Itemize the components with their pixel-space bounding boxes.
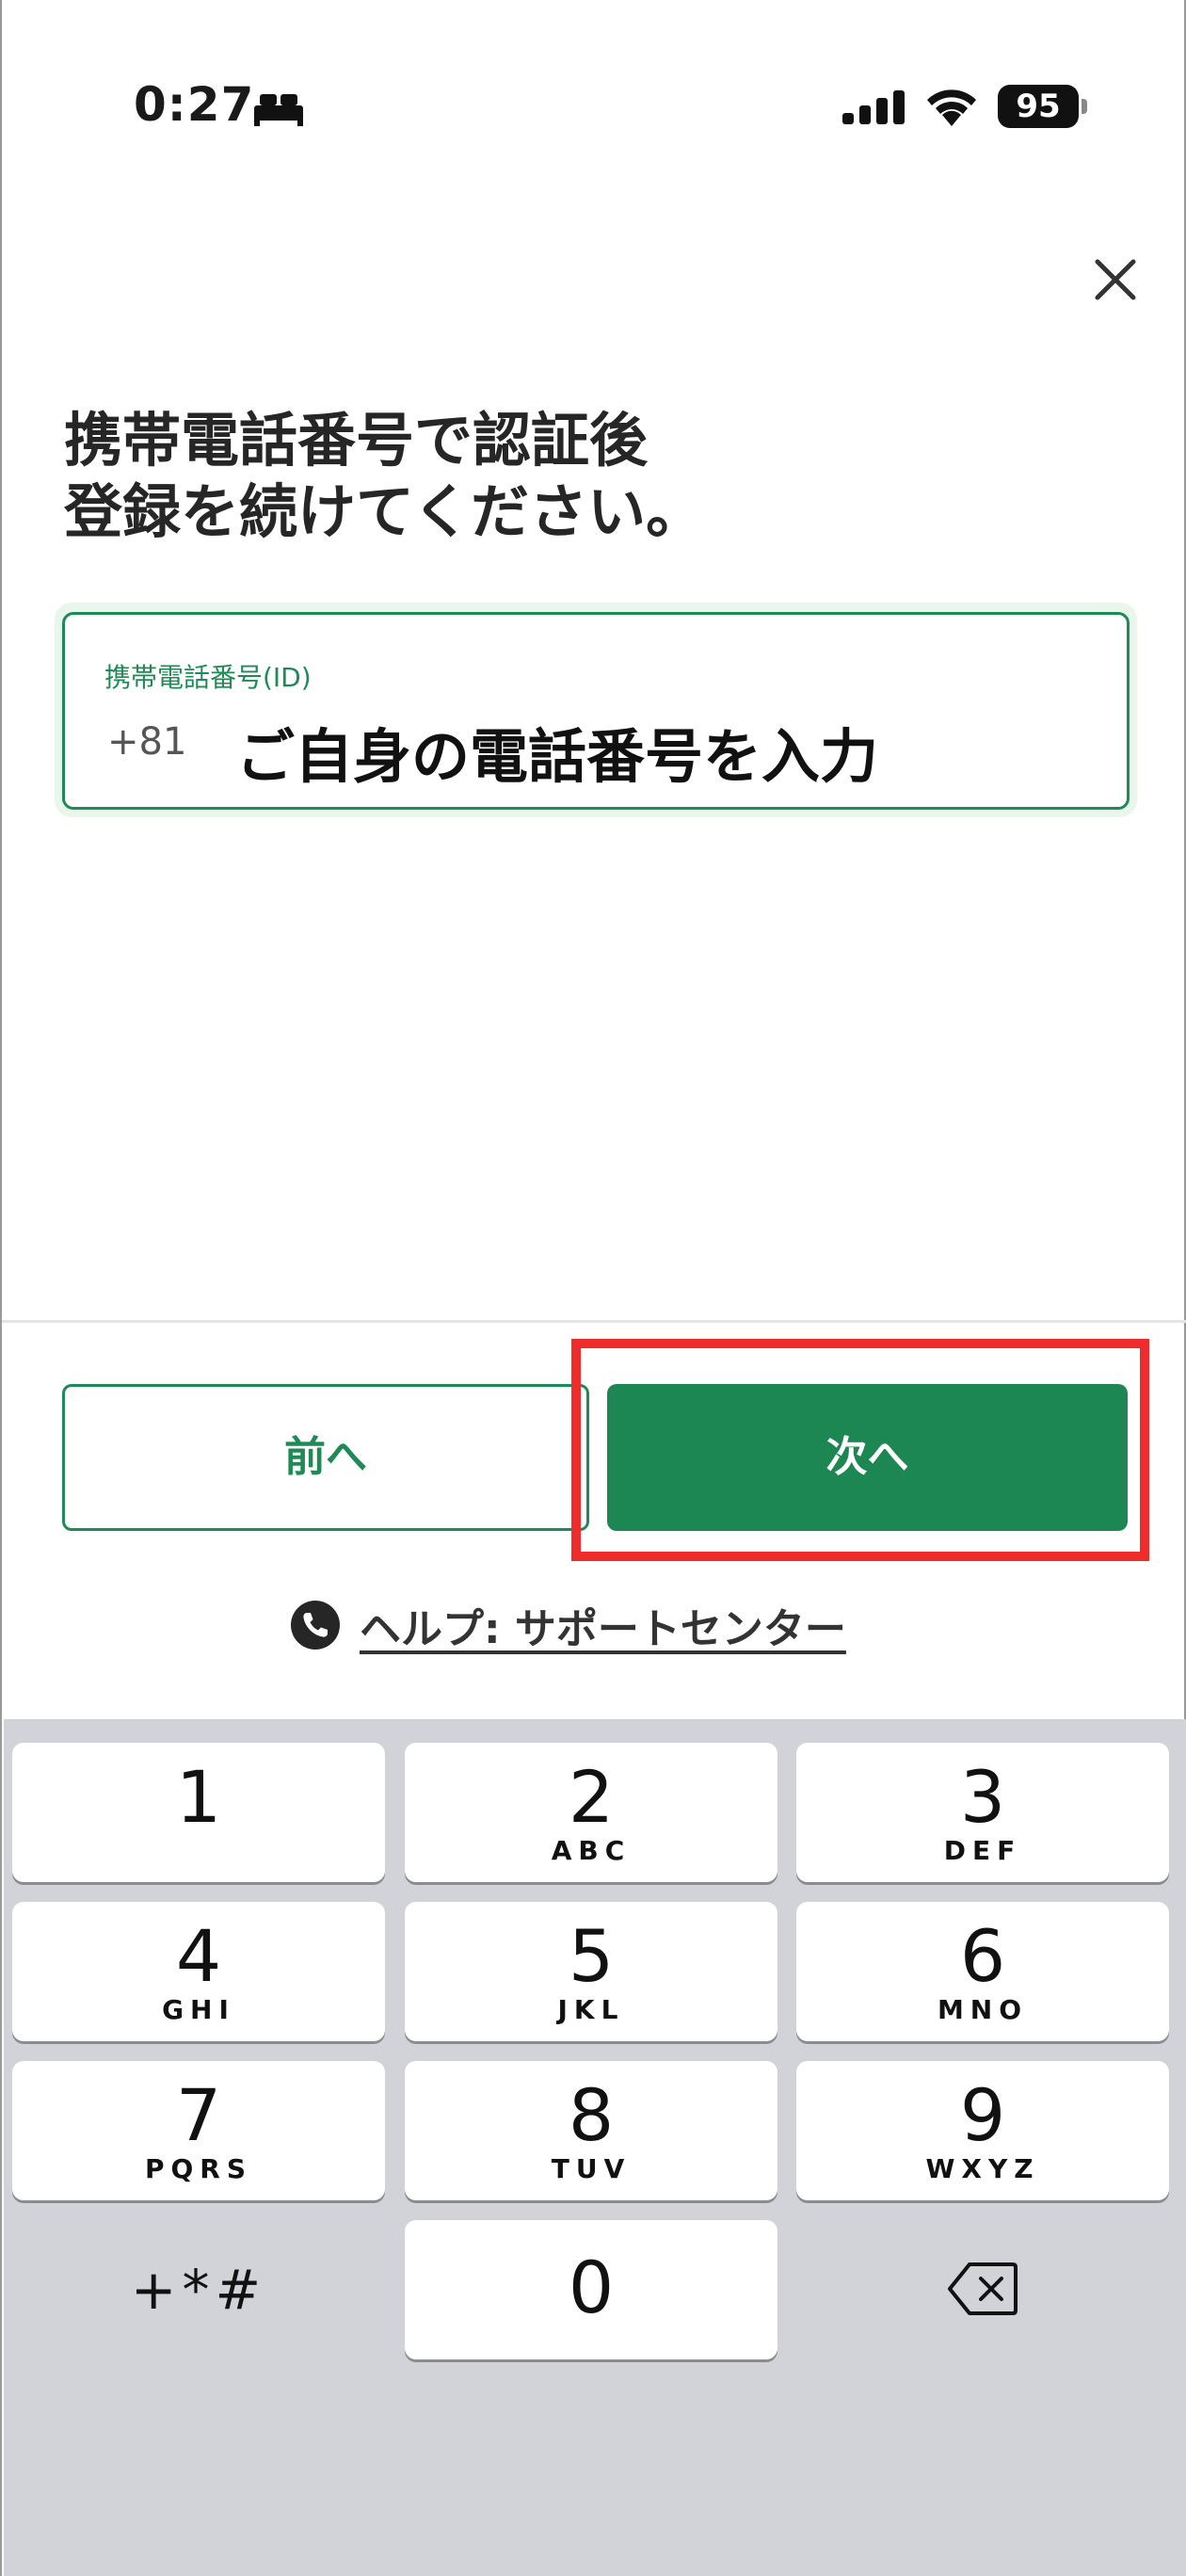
key-digit: 5	[568, 1914, 615, 1998]
key-letters: WXYZ	[925, 2153, 1040, 2184]
key-letters: MNO	[937, 1994, 1029, 2025]
status-time: 0:27	[134, 77, 255, 132]
key-2[interactable]: 2 ABC	[405, 1743, 777, 1882]
key-letters: GHI	[162, 1994, 235, 2025]
help-link-text: ヘルプ: サポートセンター	[360, 1605, 846, 1653]
country-code: +81	[107, 720, 187, 764]
key-3[interactable]: 3 DEF	[796, 1743, 1169, 1882]
key-digit: 2	[568, 1755, 615, 1839]
symbols-label: +*#	[130, 2258, 267, 2322]
key-9[interactable]: 9 WXYZ	[796, 2061, 1169, 2200]
key-digit: 4	[175, 1914, 222, 1998]
key-digit: 6	[959, 1914, 1006, 1998]
key-digit: 0	[568, 2246, 615, 2329]
delete-key[interactable]	[796, 2220, 1169, 2359]
key-symbols[interactable]: +*#	[12, 2220, 385, 2359]
battery-tip	[1082, 99, 1087, 114]
page-title-line-2: 登録を続けてください。	[64, 477, 705, 546]
help-support-link[interactable]: ヘルプ: サポートセンター	[290, 1597, 846, 1653]
key-digit: 7	[175, 2073, 222, 2157]
key-digit: 1	[175, 1755, 222, 1839]
phone-number-input[interactable]: 携帯電話番号(ID) +81 ご自身の電話番号を入力	[62, 612, 1130, 810]
key-0[interactable]: 0	[405, 2220, 777, 2359]
phone-registration-screen: 0:27 95 携帯電話番号で認証後 登録を続けてください。 携帯電話番号(ID…	[0, 0, 1186, 2576]
numeric-keypad: 1 2 ABC 3 DEF 4 GHI 5 JKL 6 MNO 7 PQRS 8	[4, 1719, 1186, 2576]
key-digit: 8	[568, 2073, 615, 2157]
battery-indicator: 95	[998, 85, 1088, 128]
phone-field-label: 携帯電話番号(ID)	[104, 662, 312, 693]
key-letters: PQRS	[144, 2153, 253, 2184]
status-bar: 0:27 95	[2, 0, 1186, 141]
phone-icon	[291, 1601, 340, 1650]
key-8[interactable]: 8 TUV	[405, 2061, 777, 2200]
divider	[2, 1320, 1186, 1323]
page-title-line-1: 携帯電話番号で認証後	[64, 406, 649, 475]
key-letters: DEF	[943, 1835, 1022, 1866]
key-digit: 3	[959, 1755, 1006, 1839]
page-title: 携帯電話番号で認証後 登録を続けてください。	[64, 405, 704, 548]
key-4[interactable]: 4 GHI	[12, 1902, 385, 2041]
key-6[interactable]: 6 MNO	[796, 1902, 1169, 2041]
key-letters: ABC	[551, 1835, 632, 1866]
close-icon[interactable]	[1084, 249, 1146, 311]
key-7[interactable]: 7 PQRS	[12, 2061, 385, 2200]
key-letters: JKL	[557, 1994, 625, 2025]
wifi-icon	[927, 89, 976, 126]
key-1[interactable]: 1	[12, 1743, 385, 1882]
bed-icon	[254, 94, 303, 126]
phone-field-placeholder: ご自身の電話番号を入力	[236, 722, 879, 791]
cellular-signal-icon	[842, 90, 905, 124]
key-digit: 9	[959, 2073, 1006, 2157]
backspace-icon	[948, 2262, 1018, 2315]
key-letters: TUV	[551, 2153, 632, 2184]
next-button[interactable]: 次へ	[607, 1384, 1128, 1531]
key-5[interactable]: 5 JKL	[405, 1902, 777, 2041]
battery-level: 95	[998, 85, 1079, 128]
prev-button[interactable]: 前へ	[62, 1384, 589, 1531]
